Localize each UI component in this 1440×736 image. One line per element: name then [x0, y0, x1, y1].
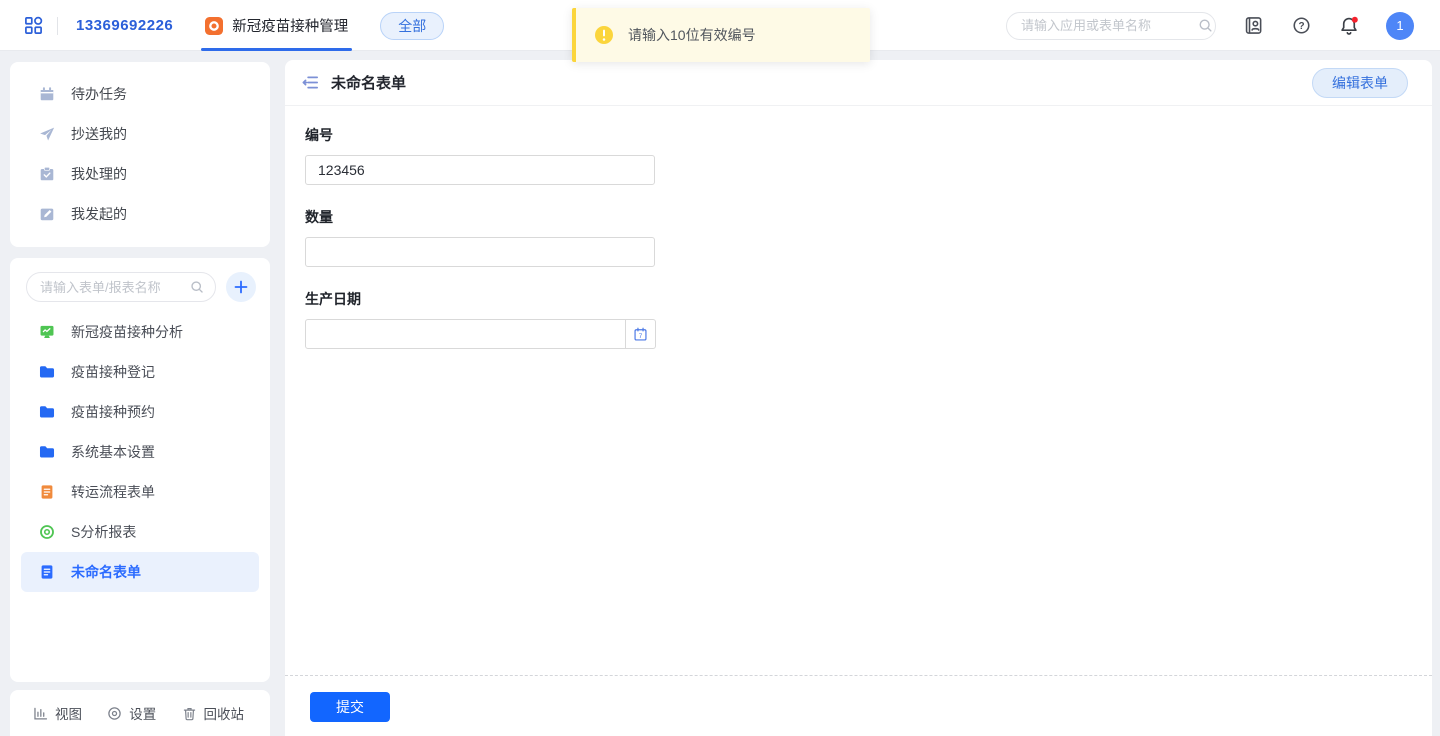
sidebar-item-vaccine-booking-folder[interactable]: 疫苗接种预约	[21, 392, 259, 432]
form-header: 未命名表单 编辑表单	[285, 60, 1432, 106]
toast-accent-bar	[572, 8, 576, 62]
toast-message: 请输入10位有效编号	[628, 25, 756, 45]
sidebar-item-label: 系统基本设置	[71, 442, 155, 462]
form-doc-icon	[38, 563, 56, 581]
contacts-icon[interactable]	[1242, 15, 1264, 37]
sidebar-footer-bar: 视图 设置 回收站	[10, 690, 270, 736]
sidebar-item-label: 待办任务	[71, 84, 127, 104]
sidebar-forms-panel: 新冠疫苗接种分析 疫苗接种登记 疫苗接种预约 系统基本设置 转运流程表单	[10, 258, 270, 682]
field-label: 生产日期	[305, 289, 1432, 309]
notification-bell-icon[interactable]	[1338, 15, 1360, 37]
search-icon	[1197, 17, 1214, 34]
field-quantity: 数量	[305, 207, 1432, 267]
submit-button[interactable]: 提交	[310, 692, 390, 722]
help-icon[interactable]: ?	[1290, 15, 1312, 37]
edit-note-icon	[38, 205, 56, 223]
app-logo-icon	[205, 17, 223, 35]
svg-text:7: 7	[639, 333, 643, 340]
search-icon	[189, 279, 205, 295]
sidebar-item-vaccine-analysis[interactable]: 新冠疫苗接种分析	[21, 312, 259, 352]
paper-plane-icon	[38, 125, 56, 143]
tab-vaccine-app[interactable]: 新冠疫苗接种管理	[201, 0, 352, 51]
production-date-input[interactable]	[305, 319, 626, 349]
clipboard-check-icon	[38, 165, 56, 183]
collapse-menu-icon[interactable]	[299, 72, 321, 94]
quantity-input[interactable]	[305, 237, 655, 267]
sidebar-item-label: 未命名表单	[71, 562, 141, 582]
sidebar-item-label: 抄送我的	[71, 124, 127, 144]
sidebar-item-label: 新冠疫苗接种分析	[71, 322, 183, 342]
sidebar-item-cc-to-me[interactable]: 抄送我的	[10, 114, 270, 154]
sidebar-item-label: 我处理的	[71, 164, 127, 184]
recycle-bin-button[interactable]: 回收站	[181, 703, 245, 723]
settings-button[interactable]: 设置	[106, 703, 156, 723]
footer-item-label: 视图	[55, 703, 82, 723]
trash-icon	[181, 705, 198, 722]
sidebar-item-vaccine-register-folder[interactable]: 疫苗接种登记	[21, 352, 259, 392]
sidebar-item-label: 疫苗接种登记	[71, 362, 155, 382]
form-search-input[interactable]	[40, 280, 189, 295]
app-grid-icon[interactable]	[24, 16, 43, 35]
workspace-phone-number[interactable]: 13369692226	[76, 17, 173, 34]
sidebar-item-label: 转运流程表单	[71, 482, 155, 502]
footer-item-label: 设置	[129, 703, 156, 723]
views-button[interactable]: 视图	[32, 703, 82, 723]
field-label: 编号	[305, 125, 1432, 145]
form-detail-panel: 未命名表单 编辑表单 编号 数量 生产日期 7 提交	[285, 60, 1432, 736]
app-tab-label: 新冠疫苗接种管理	[232, 15, 348, 36]
sidebar-item-label: S分析报表	[71, 522, 136, 542]
plus-icon	[234, 280, 248, 294]
sidebar-item-system-settings-folder[interactable]: 系统基本设置	[21, 432, 259, 472]
settings-icon	[106, 705, 123, 722]
folder-icon	[38, 403, 56, 421]
active-tab-underline	[201, 48, 352, 51]
edit-form-button[interactable]: 编辑表单	[1312, 68, 1408, 98]
sidebar-item-unnamed-form[interactable]: 未命名表单	[21, 552, 259, 592]
date-picker-button[interactable]: 7	[626, 319, 656, 349]
dashboard-icon	[38, 323, 56, 341]
sidebar-item-s-analysis-report[interactable]: S分析报表	[21, 512, 259, 552]
form-body: 编号 数量 生产日期 7	[285, 106, 1432, 349]
add-form-button[interactable]	[226, 272, 256, 302]
warning-icon	[594, 25, 614, 45]
sidebar-item-initiated-by-me[interactable]: 我发起的	[10, 194, 270, 234]
warning-toast: 请输入10位有效编号	[572, 8, 870, 62]
sidebar-item-handled-by-me[interactable]: 我处理的	[10, 154, 270, 194]
folder-icon	[38, 443, 56, 461]
sidebar-item-transfer-flow-form[interactable]: 转运流程表单	[21, 472, 259, 512]
topbar-divider	[57, 17, 58, 35]
page-title: 未命名表单	[331, 72, 1312, 93]
form-footer-divider	[285, 675, 1432, 676]
field-production-date: 生产日期 7	[305, 289, 1432, 349]
sidebar-tasks-panel: 待办任务 抄送我的 我处理的 我发起的	[10, 62, 270, 247]
global-search-box[interactable]	[1006, 12, 1216, 40]
sidebar-item-todo-tasks[interactable]: 待办任务	[10, 74, 270, 114]
user-avatar[interactable]: 1	[1386, 12, 1414, 40]
calendar-icon: 7	[632, 326, 649, 343]
footer-item-label: 回收站	[204, 703, 245, 723]
bar-chart-icon	[32, 705, 49, 722]
global-search-input[interactable]	[1021, 18, 1197, 33]
form-search-box[interactable]	[26, 272, 216, 302]
calendar-check-icon	[38, 85, 56, 103]
target-icon	[38, 523, 56, 541]
field-label: 数量	[305, 207, 1432, 227]
sidebar-item-label: 疫苗接种预约	[71, 402, 155, 422]
svg-text:?: ?	[1298, 21, 1304, 32]
folder-icon	[38, 363, 56, 381]
all-apps-pill-button[interactable]: 全部	[380, 12, 444, 40]
number-input[interactable]	[305, 155, 655, 185]
field-number: 编号	[305, 125, 1432, 185]
form-doc-icon	[38, 483, 56, 501]
sidebar-item-label: 我发起的	[71, 204, 127, 224]
